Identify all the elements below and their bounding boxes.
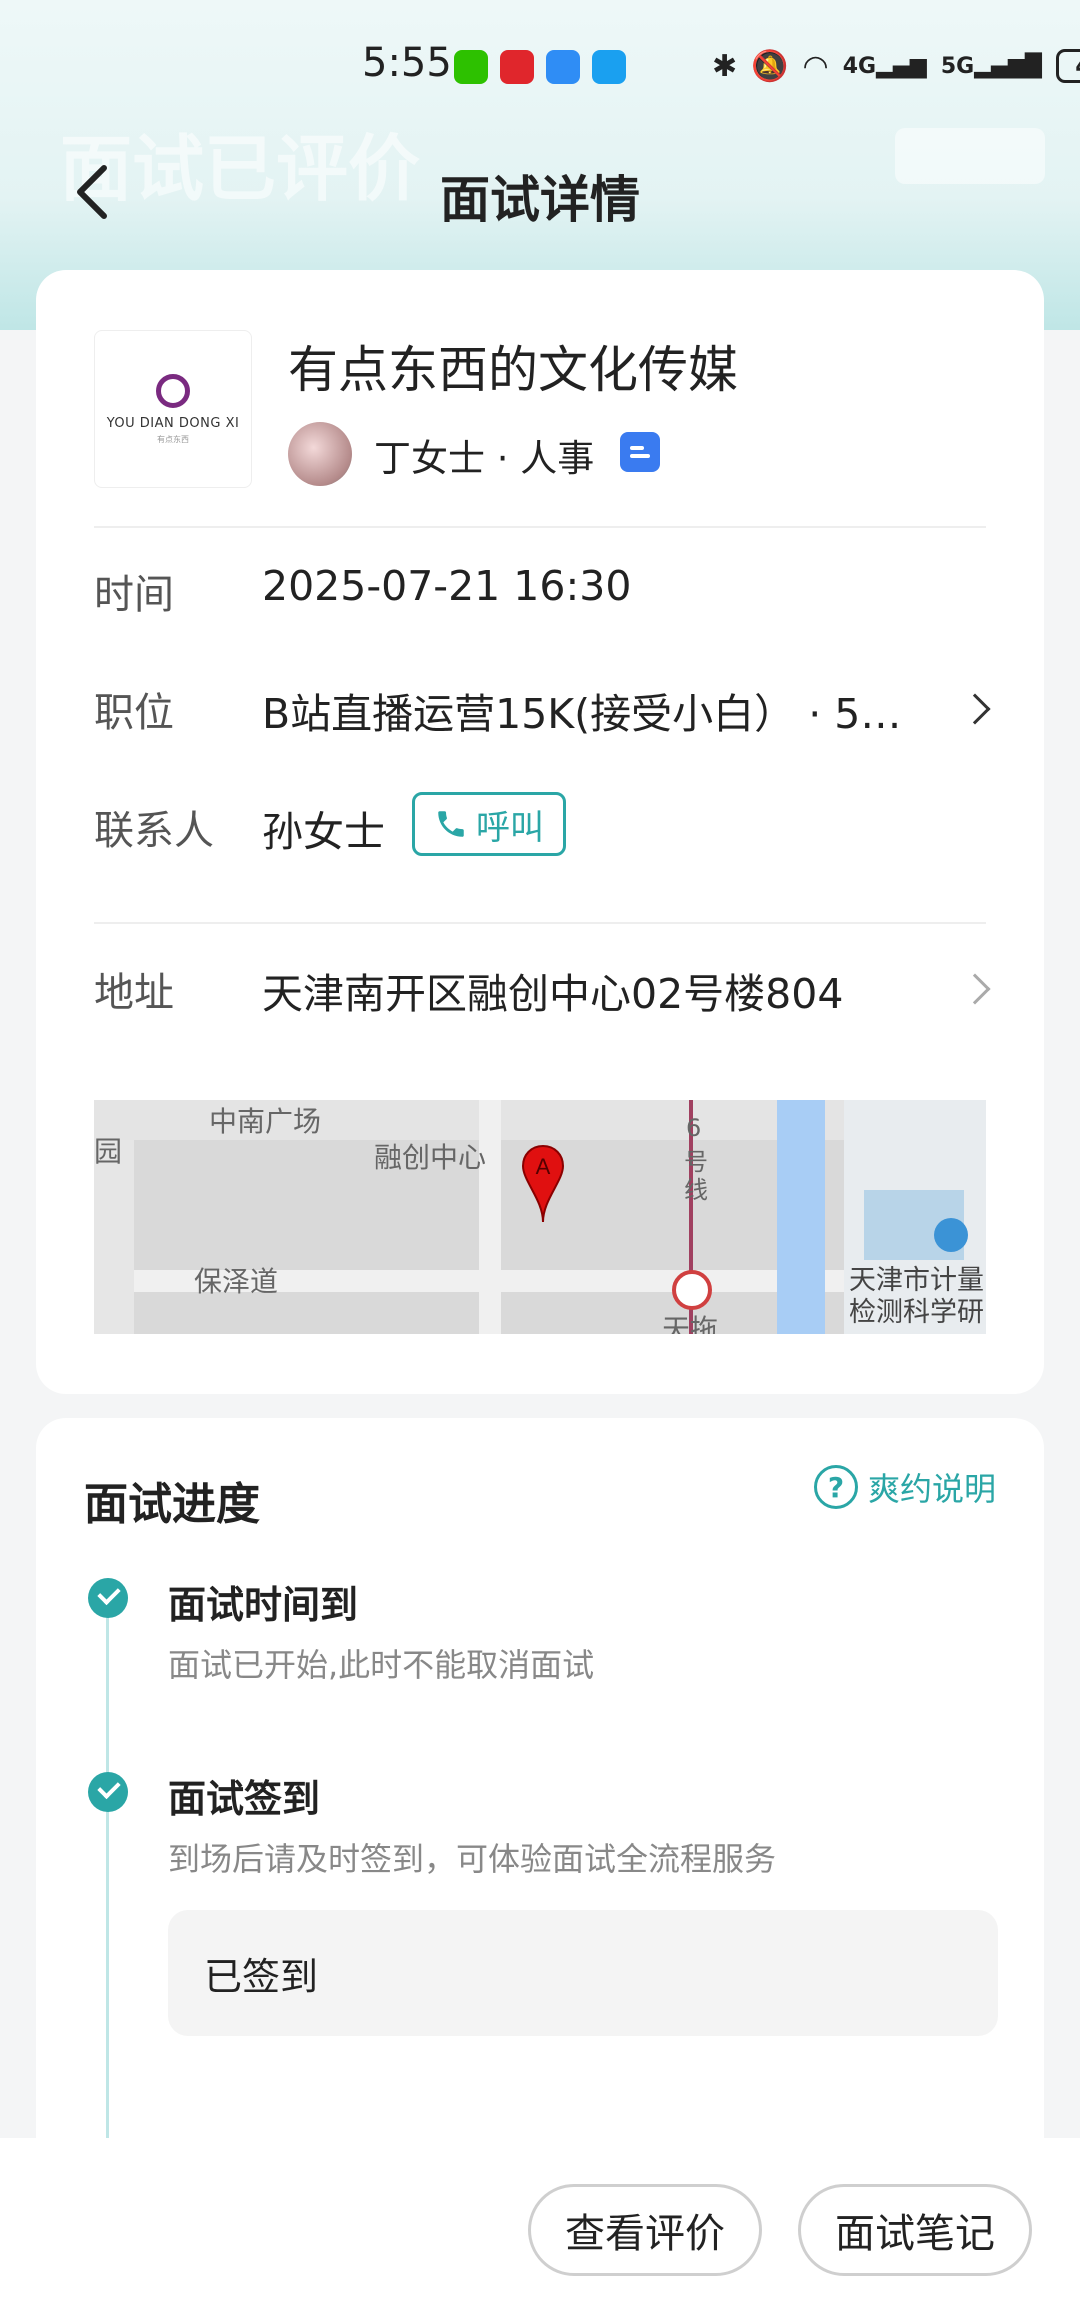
map-label: 检测科学研 [849, 1297, 984, 1328]
position-label: 职位 [94, 690, 174, 736]
address-label: 地址 [94, 970, 174, 1016]
map-label: 线 [684, 1176, 708, 1204]
map-pin-icon: A [521, 1144, 565, 1223]
view-review-button[interactable]: 查看评价 [528, 2184, 762, 2276]
system-icons: ✱ 🔕 ◠ 4G▂▄▆ 5G▂▄▆█ 40 [712, 44, 1080, 88]
time-label: 时间 [94, 572, 174, 618]
page-title: 面试详情 [440, 171, 640, 229]
recruiter-badge-icon [620, 432, 660, 472]
bluetooth-icon: ✱ [712, 48, 738, 84]
nav-bar: 面试详情 [0, 140, 1080, 240]
map-label: 融创中心 [374, 1141, 487, 1174]
step-title: 面试签到 [168, 1777, 321, 1821]
bottom-action-bar: 查看评价 面试笔记 [0, 2138, 1080, 2324]
metro-station-icon [672, 1270, 712, 1310]
map-label: 园 [94, 1135, 123, 1168]
wifi-icon: ◠ [802, 48, 829, 84]
position-value[interactable]: B站直播运营15K(接受小白） · 5… [262, 680, 901, 740]
step-title: 面试时间到 [168, 1583, 359, 1627]
step-desc: 面试已开始,此时不能取消面试 [168, 1646, 595, 1684]
map-river [777, 1100, 825, 1334]
address-chevron-icon[interactable] [959, 973, 991, 1005]
logo-text: YOU DIAN DONG XI [106, 415, 240, 431]
time-value: 2025-07-21 16:30 [262, 562, 632, 610]
company-name[interactable]: 有点东西的文化传媒 [288, 330, 738, 402]
progress-title: 面试进度 [84, 1479, 260, 1530]
signal-4g-icon: 4G▂▄▆ [842, 53, 927, 79]
recruiter-avatar[interactable] [288, 422, 352, 486]
address-value[interactable]: 天津南开区融创中心02号楼804 [262, 960, 843, 1020]
no-show-help-link[interactable]: ? 爽约说明 [813, 1464, 996, 1510]
recruiter-name-role: 丁女士 · 人事 [374, 437, 595, 480]
map-label: 6 [686, 1114, 702, 1142]
map-label: 天拖 [662, 1313, 719, 1334]
check-icon [88, 1578, 128, 1618]
position-chevron-icon[interactable] [959, 693, 991, 725]
divider [94, 526, 986, 528]
status-bar: 5:55 ✱ 🔕 ◠ 4G▂▄▆ 5G▂▄▆█ 40 [0, 0, 1080, 132]
company-logo[interactable]: YOU DIAN DONG XI 有点东西 [94, 330, 252, 488]
contact-label: 联系人 [94, 808, 214, 854]
wechat-icon [454, 50, 488, 84]
weather-icon [546, 50, 580, 84]
logo-ring-icon [156, 373, 190, 408]
map-label: 中南广场 [209, 1105, 322, 1138]
battery-icon: 40 [1055, 49, 1080, 83]
contact-value: 孙女士 [262, 808, 385, 856]
interview-info-card: YOU DIAN DONG XI 有点东西 有点东西的文化传媒 丁女士 · 人事… [36, 270, 1044, 1394]
check-icon [88, 1772, 128, 1812]
location-map[interactable]: 中南广场 园 融创中心 保泽道 6 号 线 天拖 天津市计量 检测科学研 A [94, 1100, 986, 1334]
svg-text:A: A [536, 1154, 551, 1179]
poi-icon [934, 1218, 968, 1252]
step-desc: 到场后请及时签到，可体验面试全流程服务 [168, 1840, 777, 1878]
call-button[interactable]: 呼叫 [412, 792, 566, 856]
mute-bell-icon: 🔕 [751, 48, 789, 84]
divider [94, 922, 986, 924]
status-time: 5:55 [362, 40, 452, 86]
search-app-icon [592, 50, 626, 84]
app-red-icon [500, 50, 534, 84]
logo-subtext: 有点东西 [157, 434, 189, 444]
sign-in-status: 已签到 [168, 1910, 998, 2036]
map-label: 保泽道 [194, 1265, 279, 1298]
interview-notes-button[interactable]: 面试笔记 [798, 2184, 1032, 2276]
phone-icon [438, 811, 464, 837]
call-label: 呼叫 [476, 807, 544, 848]
help-label: 爽约说明 [867, 1470, 996, 1508]
question-icon: ? [813, 1465, 858, 1509]
signal-5g-icon: 5G▂▄▆█ [940, 53, 1042, 79]
